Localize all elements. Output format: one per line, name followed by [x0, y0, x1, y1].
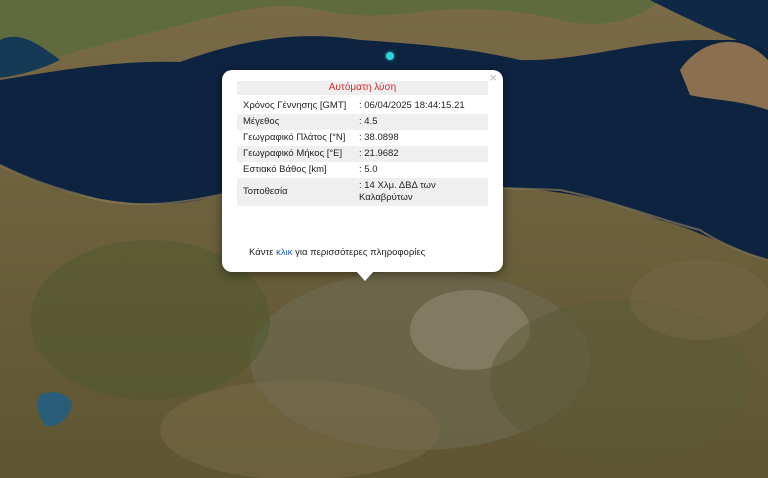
- detail-value: : 14 Χλμ. ΔΒΔ των Καλαβρύτων: [353, 178, 488, 206]
- detail-value: : 38.0898: [359, 132, 399, 143]
- detail-row-longitude: Γεωγραφικό Μήκος [°E] : 21.9682: [237, 146, 488, 162]
- detail-value: : 5.0: [359, 164, 378, 175]
- detail-value: : 21.9682: [353, 146, 488, 162]
- detail-label: Τοποθεσία: [237, 178, 353, 206]
- more-info-prefix: Κάντε: [249, 247, 277, 258]
- earthquake-marker[interactable]: [386, 52, 394, 60]
- detail-row-origin-time: Χρόνος Γέννησης [GMT] : 06/04/2025 18:44…: [237, 98, 488, 114]
- more-info-suffix: για περισσότερες πληροφορίες: [292, 247, 426, 258]
- detail-row-latitude: Γεωγραφικό Πλάτος [°N] : 38.0898: [237, 130, 488, 146]
- close-icon[interactable]: ×: [489, 71, 497, 85]
- detail-label: Εστιακό Βάθος [km]: [243, 164, 327, 175]
- detail-label: Γεωγραφικό Πλάτος [°N]: [243, 132, 346, 143]
- detail-value: : 06/04/2025 18:44:15.21: [359, 100, 465, 111]
- detail-row-depth: Εστιακό Βάθος [km] : 5.0: [237, 162, 488, 178]
- detail-value: : 4.5: [353, 114, 488, 130]
- detail-row-location: Τοποθεσία : 14 Χλμ. ΔΒΔ των Καλαβρύτων: [237, 178, 488, 206]
- more-info-link[interactable]: κλικ: [276, 247, 292, 258]
- popup-pointer: [356, 271, 374, 281]
- detail-label: Χρόνος Γέννησης [GMT]: [243, 100, 347, 111]
- detail-label: Γεωγραφικό Μήκος [°E]: [237, 146, 353, 162]
- earthquake-info-popup: × Αυτόματη λύση Χρόνος Γέννησης [GMT] : …: [222, 70, 503, 272]
- more-info-text: Κάντε κλικ για περισσότερες πληροφορίες: [249, 247, 425, 258]
- popup-title: Αυτόματη λύση: [237, 81, 488, 95]
- detail-row-magnitude: Μέγεθος : 4.5: [237, 114, 488, 130]
- earthquake-details-table: Χρόνος Γέννησης [GMT] : 06/04/2025 18:44…: [237, 98, 488, 206]
- detail-label: Μέγεθος: [237, 114, 353, 130]
